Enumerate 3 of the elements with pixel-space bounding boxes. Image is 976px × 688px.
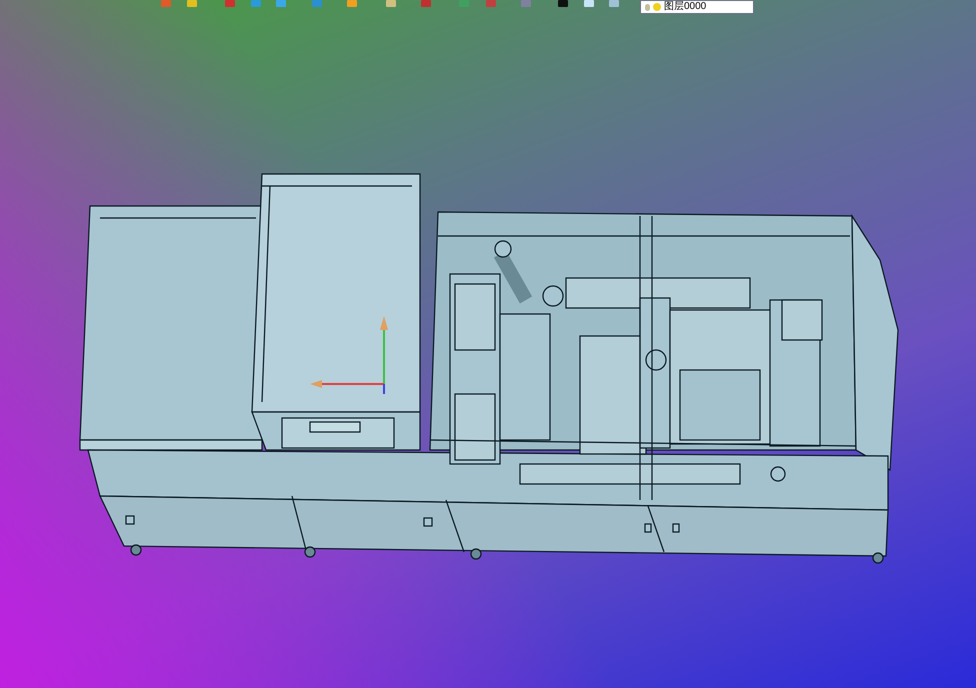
layer-dropdown[interactable]: 图层0000 — [640, 0, 754, 14]
sun-icon — [653, 3, 661, 11]
layer-name: 图层0000 — [664, 1, 706, 13]
